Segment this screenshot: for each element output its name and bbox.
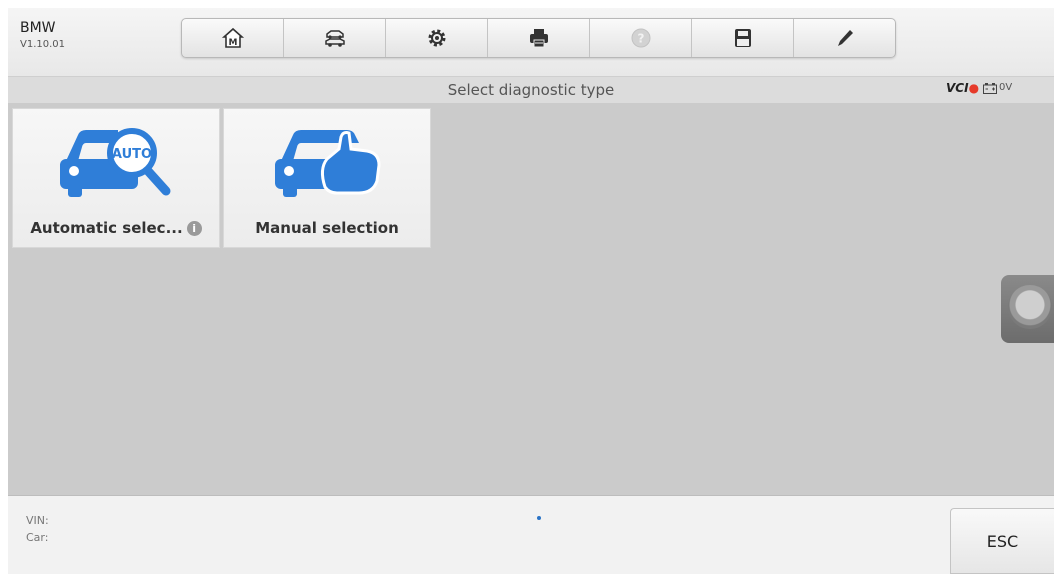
car-hand-select-icon	[275, 130, 381, 197]
svg-text:M: M	[228, 38, 237, 48]
diagnostic-screen: BMW V1.10.01 M ? Select diagnostic type …	[8, 8, 1054, 574]
settings-button[interactable]	[386, 19, 488, 57]
vehicle-menu-button[interactable]	[284, 19, 386, 57]
top-bar: BMW V1.10.01 M ?	[8, 8, 1054, 76]
svg-text:?: ?	[637, 32, 644, 46]
vehicle-menu-icon	[324, 30, 345, 47]
settings-icon	[428, 29, 445, 47]
battery-icon	[983, 83, 997, 94]
battery-voltage: 0V	[999, 82, 1013, 93]
software-version: V1.10.01	[20, 39, 66, 50]
title-bar: Select diagnostic type VCI● 0V	[8, 76, 1054, 104]
save-button[interactable]	[692, 19, 794, 57]
automatic-selection-text: Automatic selec...	[30, 219, 183, 237]
help-icon: ?	[631, 28, 650, 48]
home-button[interactable]: M	[182, 19, 284, 57]
main-toolbar: M ?	[181, 18, 896, 58]
automatic-selection-label: Automatic selec... i	[13, 219, 219, 237]
vin-label: VIN:	[26, 514, 49, 527]
pen-icon	[837, 30, 853, 46]
home-icon: M	[221, 27, 244, 48]
car-auto-search-icon: AUTO	[60, 128, 171, 197]
vehicle-name: BMW	[20, 20, 56, 36]
help-button[interactable]: ?	[590, 19, 692, 57]
print-icon	[529, 29, 548, 48]
vci-status-icon: VCI●	[946, 81, 980, 95]
floating-assist-button[interactable]	[1001, 275, 1054, 343]
car-label: Car:	[26, 531, 49, 544]
print-button[interactable]	[488, 19, 590, 57]
page-indicator	[537, 516, 541, 520]
svg-text:AUTO: AUTO	[112, 147, 152, 162]
manual-selection-label: Manual selection	[255, 219, 399, 237]
automatic-selection-tile[interactable]: AUTO Automatic selec... i	[12, 108, 220, 248]
edit-button[interactable]	[794, 19, 895, 57]
manual-selection-tile[interactable]: Manual selection	[223, 108, 431, 248]
save-icon	[734, 29, 751, 47]
vehicle-info: VIN: Car:	[26, 512, 49, 546]
vci-label: VCI	[946, 81, 969, 95]
esc-button[interactable]: ESC	[950, 508, 1054, 574]
assist-circle-icon	[1008, 285, 1052, 329]
content-area: AUTO Automatic selec... i Manual selectio…	[8, 103, 1054, 495]
vehicle-brand: BMW V1.10.01	[20, 20, 65, 52]
info-icon[interactable]: i	[186, 221, 202, 236]
page-title: Select diagnostic type	[447, 81, 615, 99]
footer-bar: VIN: Car: ESC	[8, 495, 1054, 574]
